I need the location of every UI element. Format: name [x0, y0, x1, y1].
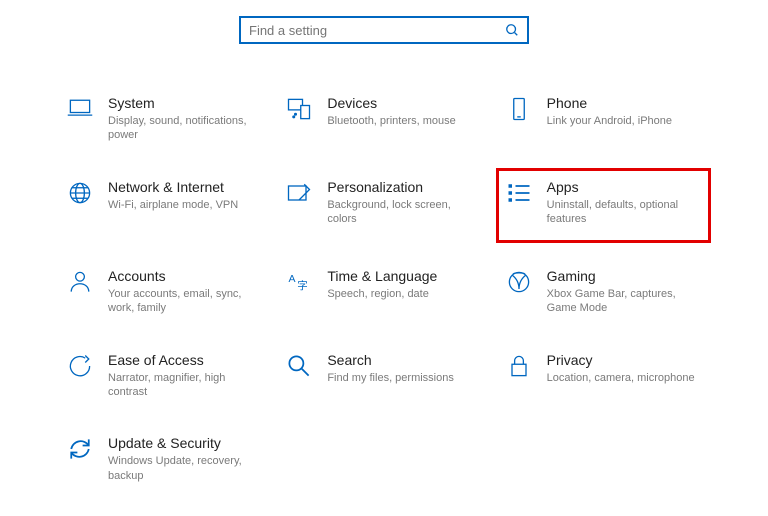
tile-time-language[interactable]: A 字 Time & Language Speech, region, date — [279, 262, 488, 322]
tile-subtitle: Find my files, permissions — [327, 371, 482, 385]
tile-text: Update & Security Windows Update, recove… — [108, 435, 263, 483]
tile-subtitle: Location, camera, microphone — [547, 371, 702, 385]
tile-subtitle: Xbox Game Bar, captures, Game Mode — [547, 287, 702, 316]
globe-icon — [66, 179, 94, 207]
paint-icon — [285, 179, 313, 207]
svg-text:字: 字 — [298, 279, 309, 292]
tile-subtitle: Windows Update, recovery, backup — [108, 454, 263, 483]
tile-title: Ease of Access — [108, 352, 263, 368]
tile-text: Network & Internet Wi-Fi, airplane mode,… — [108, 179, 263, 212]
search-box[interactable] — [239, 16, 529, 44]
tile-personalization[interactable]: Personalization Background, lock screen,… — [279, 173, 488, 239]
tile-text: Gaming Xbox Game Bar, captures, Game Mod… — [547, 268, 702, 316]
tile-privacy[interactable]: Privacy Location, camera, microphone — [499, 346, 708, 406]
tile-text: System Display, sound, notifications, po… — [108, 95, 263, 143]
tile-text: Personalization Background, lock screen,… — [327, 179, 482, 227]
tile-network[interactable]: Network & Internet Wi-Fi, airplane mode,… — [60, 173, 269, 239]
tile-title: Accounts — [108, 268, 263, 284]
tile-search[interactable]: Search Find my files, permissions — [279, 346, 488, 406]
language-icon: A 字 — [285, 268, 313, 296]
tile-title: Apps — [547, 179, 702, 195]
tile-title: Phone — [547, 95, 702, 111]
search-input[interactable] — [249, 23, 505, 38]
tile-text: Search Find my files, permissions — [327, 352, 482, 385]
tile-subtitle: Display, sound, notifications, power — [108, 114, 263, 143]
tile-title: Devices — [327, 95, 482, 111]
tile-text: Privacy Location, camera, microphone — [547, 352, 702, 385]
tile-text: Apps Uninstall, defaults, optional featu… — [547, 179, 702, 227]
tile-title: Time & Language — [327, 268, 482, 284]
tile-title: Network & Internet — [108, 179, 263, 195]
tile-text: Ease of Access Narrator, magnifier, high… — [108, 352, 263, 400]
tile-phone[interactable]: Phone Link your Android, iPhone — [499, 89, 708, 149]
tile-text: Accounts Your accounts, email, sync, wor… — [108, 268, 263, 316]
tile-subtitle: Your accounts, email, sync, work, family — [108, 287, 263, 316]
list-icon — [505, 179, 533, 207]
ease-icon — [66, 352, 94, 380]
tile-system[interactable]: System Display, sound, notifications, po… — [60, 89, 269, 149]
tile-apps[interactable]: Apps Uninstall, defaults, optional featu… — [496, 168, 711, 244]
tile-devices[interactable]: Devices Bluetooth, printers, mouse — [279, 89, 488, 149]
tile-title: Personalization — [327, 179, 482, 195]
sync-icon — [66, 435, 94, 463]
tile-subtitle: Link your Android, iPhone — [547, 114, 702, 128]
tile-ease-of-access[interactable]: Ease of Access Narrator, magnifier, high… — [60, 346, 269, 406]
settings-grid: System Display, sound, notifications, po… — [0, 44, 768, 489]
tile-subtitle: Speech, region, date — [327, 287, 482, 301]
tile-update-security[interactable]: Update & Security Windows Update, recove… — [60, 429, 269, 489]
search-icon — [505, 23, 519, 37]
tile-text: Phone Link your Android, iPhone — [547, 95, 702, 128]
tile-accounts[interactable]: Accounts Your accounts, email, sync, wor… — [60, 262, 269, 322]
person-icon — [66, 268, 94, 296]
tile-subtitle: Uninstall, defaults, optional features — [547, 198, 702, 227]
tile-subtitle: Wi-Fi, airplane mode, VPN — [108, 198, 263, 212]
tile-title: Gaming — [547, 268, 702, 284]
tile-subtitle: Bluetooth, printers, mouse — [327, 114, 482, 128]
tile-title: System — [108, 95, 263, 111]
search-container — [0, 0, 768, 44]
tile-title: Search — [327, 352, 482, 368]
tile-text: Time & Language Speech, region, date — [327, 268, 482, 301]
tile-title: Privacy — [547, 352, 702, 368]
tile-text: Devices Bluetooth, printers, mouse — [327, 95, 482, 128]
tile-title: Update & Security — [108, 435, 263, 451]
devices-icon — [285, 95, 313, 123]
tile-gaming[interactable]: Gaming Xbox Game Bar, captures, Game Mod… — [499, 262, 708, 322]
laptop-icon — [66, 95, 94, 123]
lock-icon — [505, 352, 533, 380]
phone-icon — [505, 95, 533, 123]
tile-subtitle: Narrator, magnifier, high contrast — [108, 371, 263, 400]
svg-text:A: A — [289, 273, 296, 285]
magnify-icon — [285, 352, 313, 380]
xbox-icon — [505, 268, 533, 296]
tile-subtitle: Background, lock screen, colors — [327, 198, 482, 227]
